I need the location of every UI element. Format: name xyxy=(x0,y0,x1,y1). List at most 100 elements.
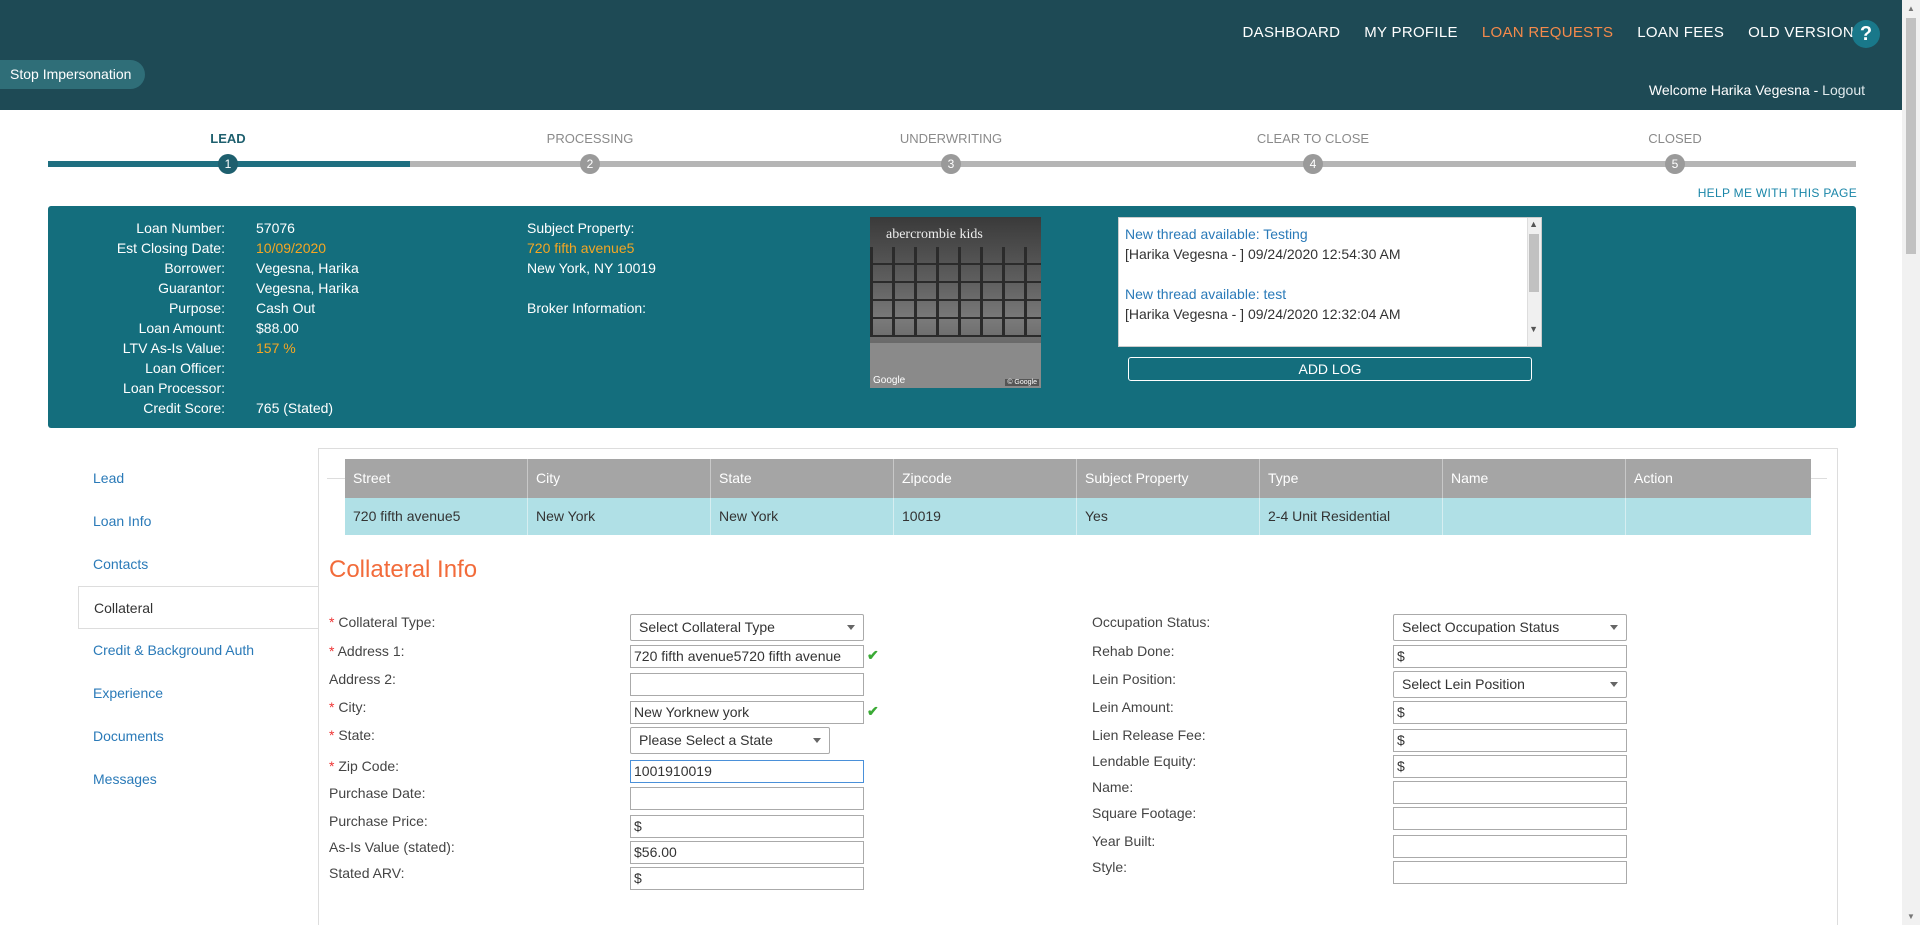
field-input[interactable]: $56.00 xyxy=(630,841,864,864)
table-cell: New York xyxy=(528,498,711,535)
field-label: Occupation Status: xyxy=(1092,614,1211,630)
field-input[interactable]: 720 fifth avenue5720 fifth avenue xyxy=(630,645,864,668)
field-label: Lein Amount: xyxy=(1092,699,1174,715)
table-header: Street City State Zipcode Subject Property Ty… xyxy=(345,459,1811,498)
summary-row: Loan Amount: $88.00 xyxy=(48,318,359,338)
scroll-up-icon[interactable]: ▲ xyxy=(1907,4,1915,13)
summary-key: Purpose: xyxy=(168,300,225,316)
google-logo: Google xyxy=(873,375,906,386)
field-label: Square Footage: xyxy=(1092,805,1197,821)
summary-key: Guarantor: xyxy=(158,280,225,296)
field-input[interactable] xyxy=(1393,781,1627,804)
add-log-button[interactable]: ADD LOG xyxy=(1128,357,1532,381)
nav-old-version[interactable]: OLD VERSION xyxy=(1748,24,1854,41)
table-header-cell: Subject Property xyxy=(1077,459,1260,498)
select-value: Select Collateral Type xyxy=(639,619,775,635)
field-input[interactable]: $ xyxy=(1393,755,1627,778)
field-input[interactable]: New Yorknew york xyxy=(630,701,864,724)
top-header: DASHBOARD MY PROFILE LOAN REQUESTS LOAN … xyxy=(0,0,1902,110)
collateral-title: Collateral Info xyxy=(329,556,478,583)
summary-row: Guarantor: Vegesna, Harika xyxy=(48,278,359,298)
side-nav: Lead Loan Info Contacts Collateral Credit & … xyxy=(78,457,318,801)
stop-impersonation-button[interactable]: Stop Impersonation xyxy=(0,60,146,89)
field-input[interactable] xyxy=(630,787,864,810)
scroll-up-icon[interactable]: ▲ xyxy=(1529,219,1538,229)
summary-row: Credit Score: 765 (Stated) xyxy=(48,398,359,418)
table-cell: 720 fifth avenue5 xyxy=(345,498,528,535)
chevron-down-icon xyxy=(1610,682,1618,687)
field-input[interactable]: $ xyxy=(1393,729,1627,752)
collateral-content: Street City State Zipcode Subject Property Ty… xyxy=(318,448,1838,925)
field-label-text: Address 2: xyxy=(329,671,396,687)
table-header-cell: Zipcode xyxy=(894,459,1077,498)
sidenav-item-experience[interactable]: Experience xyxy=(78,672,318,715)
broker-info-label: Broker Information: xyxy=(527,300,647,316)
summary-key: Est Closing Date: xyxy=(116,240,225,256)
logout-link[interactable]: Logout xyxy=(1822,82,1865,98)
summary-key: Loan Number: xyxy=(136,220,225,236)
sidenav-item-loan-info[interactable]: Loan Info xyxy=(78,500,318,543)
field-input[interactable]: 1001910019 xyxy=(630,760,864,783)
table-header-cell: Street xyxy=(345,459,528,498)
sidenav-item-documents[interactable]: Documents xyxy=(78,715,318,758)
sidenav-item-messages[interactable]: Messages xyxy=(78,758,318,801)
log-scroll-thumb[interactable] xyxy=(1529,234,1539,292)
field-input[interactable]: $ xyxy=(1393,701,1627,724)
table-row[interactable]: 720 fifth avenue5 New York New York 10019 Ye… xyxy=(345,498,1811,535)
field-select[interactable]: Select Collateral Type xyxy=(630,614,864,641)
table-header-cell: Name xyxy=(1443,459,1626,498)
step-number: 4 xyxy=(1303,154,1323,174)
page-scroll-thumb[interactable] xyxy=(1906,18,1916,254)
sidenav-item-contacts[interactable]: Contacts xyxy=(78,543,318,586)
table-cell xyxy=(1626,498,1809,535)
log-title[interactable]: New thread available: Testing xyxy=(1125,224,1535,244)
help-page-link[interactable]: HELP ME WITH THIS PAGE xyxy=(1698,186,1857,200)
summary-row: LTV As-Is Value: 157 % xyxy=(48,338,359,358)
scroll-down-icon[interactable]: ▼ xyxy=(1907,912,1915,921)
field-input[interactable] xyxy=(1393,835,1627,858)
field-select[interactable]: Select Lein Position xyxy=(1393,671,1627,698)
sidenav-item-credit-background-auth[interactable]: Credit & Background Auth xyxy=(78,629,318,672)
top-nav: DASHBOARD MY PROFILE LOAN REQUESTS LOAN … xyxy=(1243,24,1854,41)
select-value: Select Lein Position xyxy=(1402,676,1525,692)
field-label: As-Is Value (stated): xyxy=(329,839,455,855)
field-input[interactable]: $ xyxy=(630,867,864,890)
scroll-down-icon[interactable]: ▼ xyxy=(1529,324,1538,334)
field-label: Stated ARV: xyxy=(329,865,405,881)
step-clear-to-close: CLEAR TO CLOSE 4 xyxy=(1213,130,1413,174)
summary-value: Cash Out xyxy=(256,300,316,316)
field-input[interactable]: $ xyxy=(630,815,864,838)
table-header-cell: City xyxy=(528,459,711,498)
loan-progress: LEAD 1 PROCESSING 2 UNDERWRITING 3 CLEAR TO… xyxy=(48,130,1856,180)
help-icon[interactable]: ? xyxy=(1852,20,1880,48)
nav-my-profile[interactable]: MY PROFILE xyxy=(1364,24,1458,41)
step-number: 3 xyxy=(941,154,961,174)
subject-property-street: 720 fifth avenue5 xyxy=(527,240,635,256)
log-title[interactable]: New thread available: test xyxy=(1125,284,1535,304)
sidenav-item-lead[interactable]: Lead xyxy=(78,457,318,500)
field-label: * Zip Code: xyxy=(329,758,399,774)
field-label: * State: xyxy=(329,727,375,743)
field-label-text: Zip Code: xyxy=(338,758,400,774)
field-label-text: State: xyxy=(338,727,375,743)
field-input[interactable] xyxy=(1393,807,1627,830)
page-scrollbar[interactable]: ▲ ▼ xyxy=(1902,0,1920,925)
collateral-table: Street City State Zipcode Subject Property Ty… xyxy=(345,459,1811,535)
sidenav-item-collateral[interactable]: Collateral xyxy=(78,586,318,629)
nav-dashboard[interactable]: DASHBOARD xyxy=(1243,24,1341,41)
nav-loan-fees[interactable]: LOAN FEES xyxy=(1637,24,1724,41)
table-cell: Yes xyxy=(1077,498,1260,535)
field-input[interactable] xyxy=(630,673,864,696)
field-label: Year Built: xyxy=(1092,833,1156,849)
field-label: Style: xyxy=(1092,859,1128,875)
log-box[interactable]: New thread available: Testing [Harika Ve… xyxy=(1118,217,1542,347)
field-select[interactable]: Please Select a State xyxy=(630,727,830,754)
field-label-text: Stated ARV: xyxy=(329,865,405,881)
field-input[interactable]: $ xyxy=(1393,645,1627,668)
field-input[interactable] xyxy=(1393,861,1627,884)
field-select[interactable]: Select Occupation Status xyxy=(1393,614,1627,641)
nav-loan-requests[interactable]: LOAN REQUESTS xyxy=(1482,24,1613,41)
street-view-photo[interactable]: abercrombie kids Google © Google xyxy=(870,217,1041,388)
chevron-down-icon xyxy=(847,625,855,630)
